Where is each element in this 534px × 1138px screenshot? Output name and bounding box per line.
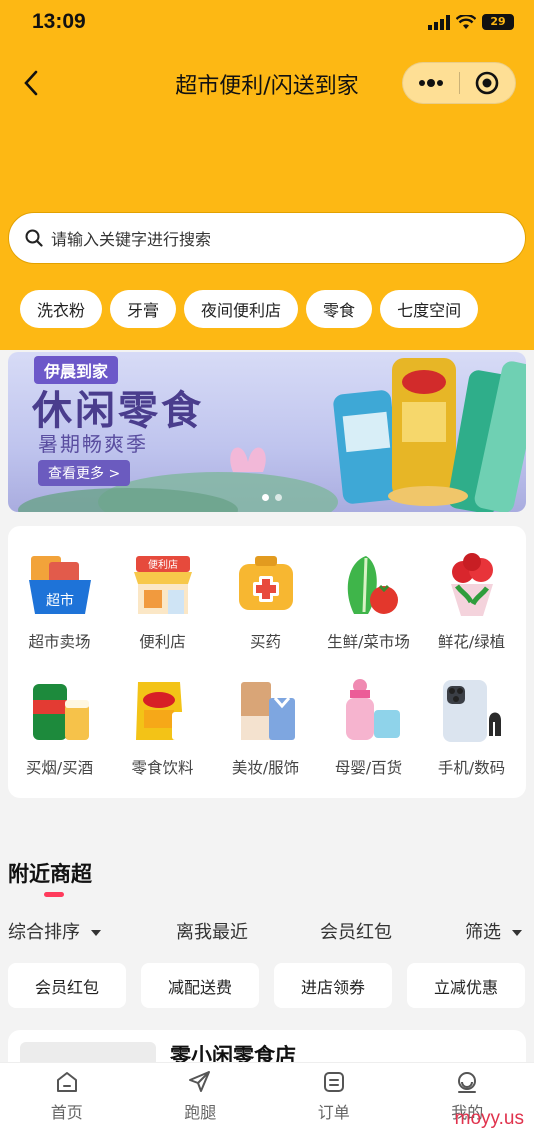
vegetables-icon <box>347 556 398 614</box>
chips-bag-icon <box>135 682 192 740</box>
category-label: 零食饮料 <box>131 759 194 777</box>
search-placeholder: 请输入关键字进行搜索 <box>51 230 212 249</box>
title-underline <box>44 892 64 897</box>
more-button[interactable] <box>403 63 459 103</box>
quick-filters: 会员红包 减配送费 进店领券 立减优惠 <box>8 963 525 1008</box>
signal-icon <box>428 14 450 30</box>
category-label: 手机/数码 <box>437 759 506 777</box>
hot-search-chips: 洗衣粉 牙膏 夜间便利店 零食 七度空间 <box>20 290 479 328</box>
banner-dot <box>275 494 282 501</box>
status-time: 13:09 <box>32 10 86 33</box>
category-medicine[interactable]: 买药 <box>214 550 317 652</box>
banner-pagination <box>262 494 282 501</box>
filter-button[interactable]: 筛选 <box>465 918 523 944</box>
tab-home[interactable]: 首页 <box>0 1063 134 1138</box>
status-icons: 29 <box>428 14 514 30</box>
quick-filter-item[interactable]: 进店领券 <box>274 963 392 1008</box>
category-snacks[interactable]: 零食饮料 <box>111 676 214 778</box>
category-fresh[interactable]: 生鲜/菜市场 <box>317 550 420 652</box>
category-flowers[interactable]: 鲜花/绿植 <box>420 550 523 652</box>
status-bar: 13:09 29 <box>0 0 534 46</box>
medicine-box-icon <box>238 556 293 610</box>
svg-text:超市: 超市 <box>46 592 74 609</box>
sort-member-coupon[interactable]: 会员红包 <box>320 918 392 944</box>
chip-item[interactable]: 洗衣粉 <box>20 290 103 328</box>
sort-label: 综合排序 <box>8 922 80 943</box>
quick-filter-item[interactable]: 立减优惠 <box>407 963 525 1008</box>
svg-text:便利店: 便利店 <box>148 558 178 571</box>
flower-bouquet-icon <box>450 553 493 616</box>
banner-subtitle: 暑期畅爽季 <box>38 432 148 456</box>
chip-item[interactable]: 夜间便利店 <box>184 290 299 328</box>
more-dots-icon <box>418 79 443 87</box>
category-label: 母婴/百货 <box>334 759 403 777</box>
tab-label: 订单 <box>317 1103 350 1122</box>
sort-nearest[interactable]: 离我最近 <box>176 918 248 944</box>
baby-bottle-icon <box>345 679 400 740</box>
category-baby[interactable]: 母婴/百货 <box>317 676 420 778</box>
target-icon <box>475 71 499 95</box>
watermark: moyy.us <box>454 1108 524 1129</box>
supermarket-basket-icon: 超市 <box>28 556 91 614</box>
search-input[interactable]: 请输入关键字进行搜索 <box>8 212 526 264</box>
profile-icon <box>458 1072 477 1093</box>
tab-label: 跑腿 <box>184 1103 217 1122</box>
phone-icon <box>442 680 501 742</box>
chip-item[interactable]: 牙膏 <box>110 290 177 328</box>
category-digital[interactable]: 手机/数码 <box>420 676 523 778</box>
caret-down-icon <box>90 930 101 936</box>
mini-program-capsule <box>402 62 516 104</box>
search-icon <box>25 229 43 247</box>
category-label: 美妆/服饰 <box>231 759 300 777</box>
category-label: 生鲜/菜市场 <box>327 633 410 651</box>
nearby-stores-title: 附近商超 <box>8 862 92 886</box>
send-icon <box>189 1071 211 1092</box>
category-label: 鲜花/绿植 <box>437 633 506 651</box>
category-grid: 超市 超市卖场 便利店 便利店 买药 生鲜/菜市场 鲜花/绿植 买烟/买酒 零食… <box>8 526 526 798</box>
category-label: 买烟/买酒 <box>25 759 94 777</box>
home-icon <box>56 1072 77 1092</box>
chip-item[interactable]: 零食 <box>306 290 373 328</box>
tab-orders[interactable]: 订单 <box>267 1063 401 1138</box>
close-mini-program-button[interactable] <box>460 63 516 103</box>
category-supermarket[interactable]: 超市 超市卖场 <box>8 550 111 652</box>
banner-dot-active <box>262 494 269 501</box>
order-list-icon <box>323 1072 344 1092</box>
quick-filter-item[interactable]: 减配送费 <box>141 963 259 1008</box>
banner-more-button[interactable]: 查看更多 > <box>38 460 131 486</box>
beer-can-icon <box>32 684 89 740</box>
caret-down-icon <box>511 930 522 936</box>
category-convenience[interactable]: 便利店 便利店 <box>111 550 214 652</box>
sort-comprehensive[interactable]: 综合排序 <box>8 918 102 944</box>
category-label: 便利店 <box>139 633 186 651</box>
filter-label: 筛选 <box>465 922 501 943</box>
tab-errand[interactable]: 跑腿 <box>134 1063 268 1138</box>
battery-icon: 29 <box>482 14 514 30</box>
category-label: 超市卖场 <box>28 633 91 651</box>
cosmetics-icon <box>240 682 295 740</box>
category-tobacco-alcohol[interactable]: 买烟/买酒 <box>8 676 111 778</box>
category-label: 买药 <box>249 633 281 651</box>
wifi-icon <box>456 14 476 29</box>
tab-label: 首页 <box>50 1103 83 1122</box>
quick-filter-item[interactable]: 会员红包 <box>8 963 126 1008</box>
chip-item[interactable]: 七度空间 <box>380 290 479 328</box>
convenience-store-icon: 便利店 <box>133 556 192 614</box>
promo-banner[interactable]: 伊晨到家 休闲零食 暑期畅爽季 查看更多 > <box>8 352 526 512</box>
sort-bar: 综合排序 离我最近 会员红包 筛选 <box>8 918 526 946</box>
category-beauty[interactable]: 美妆/服饰 <box>214 676 317 778</box>
